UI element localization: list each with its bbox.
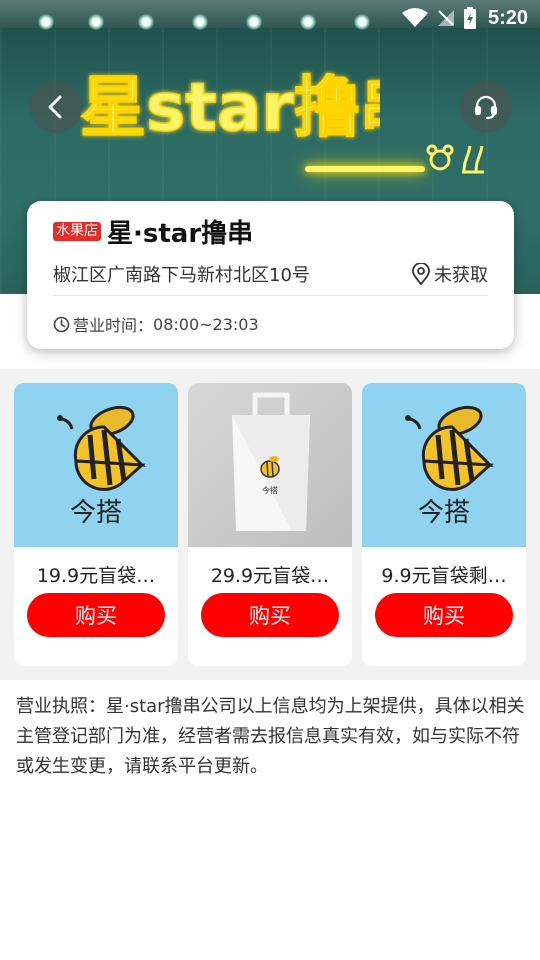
business-license-notice: 营业执照：星·star撸串公司以上信息均为上架提供，具体以相关主管登记部门为准，… xyxy=(16,696,525,777)
clock-icon xyxy=(53,316,70,332)
status-time: 5:20 xyxy=(487,6,528,29)
business-hours: 营业时间： 08:00~23:03 xyxy=(53,312,259,336)
wifi-icon xyxy=(401,8,428,27)
back-button[interactable] xyxy=(30,81,82,133)
product-card[interactable]: 今搭 29.9元盲袋… 购买 xyxy=(188,383,352,666)
shop-category-badge: 水果店 xyxy=(53,221,101,241)
product-title: 19.9元盲袋… xyxy=(36,565,156,587)
bee-logo-image: 今搭 xyxy=(14,383,178,547)
headset-icon xyxy=(474,95,498,120)
buy-button[interactable]: 购买 xyxy=(375,593,513,637)
customer-service-button[interactable] xyxy=(460,81,512,133)
product-card[interactable]: 今搭 9.9元盲袋剩… 购买 xyxy=(362,383,526,666)
shop-info-card: 水果店 星·star撸串 椒江区广南路下马新村北区10号 未获取 营业时间： 0… xyxy=(27,201,514,349)
brand-logo-text: 今搭 xyxy=(70,498,122,528)
hours-value: 08:00~23:03 xyxy=(153,314,259,334)
brand-logo-text: 今搭 xyxy=(262,485,278,495)
brand-logo-text: 今搭 xyxy=(418,498,470,528)
location-status: 未获取 xyxy=(434,265,488,286)
signal-icon xyxy=(437,10,454,26)
location-pin-icon xyxy=(412,263,430,285)
buy-button[interactable]: 购买 xyxy=(201,593,339,637)
location-button[interactable]: 未获取 xyxy=(411,261,488,287)
neon-underline xyxy=(305,166,425,172)
shop-title-row: 水果店 星·star撸串 xyxy=(53,211,253,251)
battery-icon xyxy=(463,7,476,29)
neon-sign-text: 星star撸串 xyxy=(80,69,380,146)
bee-logo-image: 今搭 xyxy=(362,383,526,547)
product-card[interactable]: 今搭 19.9元盲袋… 购买 xyxy=(14,383,178,666)
paper-bag-image: 今搭 xyxy=(188,383,352,547)
shop-name: 星·star撸串 xyxy=(107,218,254,249)
neon-sign: 星star撸串 xyxy=(80,68,380,147)
hours-label: 营业时间： xyxy=(73,316,154,335)
neon-bear-icon xyxy=(426,144,484,174)
product-title: 29.9元盲袋… xyxy=(210,565,330,587)
status-bar: 5:20 xyxy=(401,6,528,30)
chevron-left-icon xyxy=(48,95,62,119)
product-title: 9.9元盲袋剩… xyxy=(381,565,507,587)
buy-button[interactable]: 购买 xyxy=(27,593,165,637)
product-list: 今搭 19.9元盲袋… 购买 今搭 29.9元盲袋… 购买 今搭 9.9元盲袋剩… xyxy=(0,369,540,680)
shop-address: 椒江区广南路下马新村北区10号 xyxy=(53,265,310,286)
divider xyxy=(53,295,488,296)
